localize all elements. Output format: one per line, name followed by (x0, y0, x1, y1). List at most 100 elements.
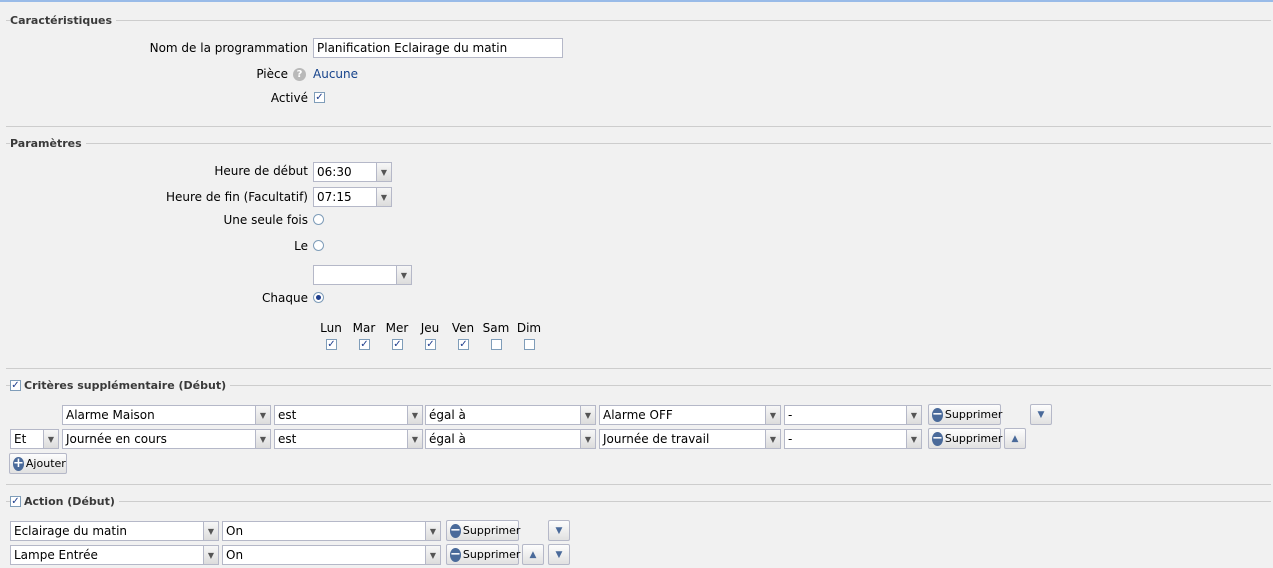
critere-2-delete-button[interactable]: − Supprimer (928, 428, 1003, 449)
day-checkbox[interactable]: ✓ (425, 339, 436, 350)
critere-2-op[interactable]: égal à (425, 429, 580, 449)
day-checkbox[interactable]: ✓ (392, 339, 403, 350)
action-checkbox[interactable]: ✓ (10, 496, 21, 507)
action-2-command[interactable]: On (222, 545, 425, 565)
le-date-input[interactable] (313, 265, 396, 285)
arrow-down-icon: ▼ (555, 549, 563, 560)
critere-1-op-combo[interactable]: égal à ▼ (425, 405, 596, 425)
chevron-down-icon: ▼ (47, 434, 55, 444)
critere-1-value[interactable]: Alarme OFF (599, 405, 765, 425)
critere-1-op[interactable]: égal à (425, 405, 580, 425)
critere-1-value-combo[interactable]: Alarme OFF ▼ (599, 405, 781, 425)
day-checkbox[interactable] (524, 339, 535, 350)
critere-1-extra[interactable]: - (784, 405, 906, 425)
critere-1-verb[interactable]: est (274, 405, 407, 425)
action-2-move-up-button[interactable]: ▲ (522, 544, 544, 565)
heure-debut-input[interactable]: 06:30 (313, 162, 376, 182)
minus-circle-icon: − (450, 546, 461, 562)
day-label: Ven (451, 321, 475, 335)
critere-2-value-combo[interactable]: Journée de travail ▼ (599, 429, 781, 449)
legend-text: Caractéristiques (10, 14, 113, 27)
heure-fin-combo[interactable]: 07:15 ▼ (313, 187, 392, 207)
critere-2-value-trigger[interactable]: ▼ (765, 429, 781, 449)
actif-checkbox[interactable]: ✓ (314, 92, 325, 103)
nom-label: Nom de la programmation (149, 41, 308, 55)
heure-debut-trigger[interactable]: ▼ (376, 162, 392, 182)
action-2-command-combo[interactable]: On ▼ (222, 545, 441, 565)
critere-2-connector[interactable]: Et (10, 429, 43, 449)
action-2-device-trigger[interactable]: ▼ (203, 545, 219, 565)
heure-debut-label: Heure de début (214, 164, 308, 178)
critere-2-op-trigger[interactable]: ▼ (580, 429, 596, 449)
le-date-trigger[interactable]: ▼ (396, 265, 412, 285)
day-checkbox[interactable]: ✓ (326, 339, 337, 350)
action-1-device-combo[interactable]: Eclairage du matin ▼ (10, 521, 219, 541)
critere-1-extra-combo[interactable]: - ▼ (784, 405, 922, 425)
critere-2-extra-trigger[interactable]: ▼ (906, 429, 922, 449)
criteres-checkbox[interactable]: ✓ (10, 380, 21, 391)
critere-2-extra[interactable]: - (784, 429, 906, 449)
critere-2-field[interactable]: Journée en cours (62, 429, 255, 449)
help-icon[interactable]: ? (293, 68, 306, 81)
legend-text: Critères supplémentaire (Début) (24, 379, 227, 392)
check-icon: ✓ (459, 339, 468, 350)
button-label: Supprimer (944, 432, 1003, 445)
heure-fin-trigger[interactable]: ▼ (376, 187, 392, 207)
heure-fin-input[interactable]: 07:15 (313, 187, 376, 207)
critere-2-connector-trigger[interactable]: ▼ (43, 429, 59, 449)
action-1-delete-button[interactable]: − Supprimer (446, 520, 521, 541)
le-radio[interactable] (313, 240, 324, 251)
action-1-command-trigger[interactable]: ▼ (425, 521, 441, 541)
action-2-delete-button[interactable]: − Supprimer (446, 544, 520, 565)
action-2-command-trigger[interactable]: ▼ (425, 545, 441, 565)
critere-2-verb-combo[interactable]: est ▼ (274, 429, 423, 449)
action-1-device-trigger[interactable]: ▼ (203, 521, 219, 541)
action-1-device[interactable]: Eclairage du matin (10, 521, 203, 541)
critere-1-field-trigger[interactable]: ▼ (255, 405, 271, 425)
add-critere-button[interactable]: + Ajouter (9, 453, 67, 474)
heure-fin-label: Heure de fin (Facultatif) (165, 190, 308, 204)
critere-1-op-trigger[interactable]: ▼ (580, 405, 596, 425)
action-2-device-combo[interactable]: Lampe Entrée ▼ (10, 545, 219, 565)
minus-circle-icon: − (932, 406, 943, 422)
critere-1-move-down-button[interactable]: ▼ (1030, 404, 1052, 425)
action-1-move-down-button[interactable]: ▼ (548, 520, 570, 541)
heure-debut-combo[interactable]: 06:30 ▼ (313, 162, 392, 182)
critere-1-value-trigger[interactable]: ▼ (765, 405, 781, 425)
day-checkbox[interactable] (491, 339, 502, 350)
plus-circle-icon: + (13, 455, 24, 471)
le-date-combo[interactable]: ▼ (313, 265, 412, 285)
critere-2-field-trigger[interactable]: ▼ (255, 429, 271, 449)
fieldset-caracteristiques-line (6, 20, 1271, 21)
critere-2-verb[interactable]: est (274, 429, 407, 449)
critere-2-move-up-button[interactable]: ▲ (1004, 428, 1026, 449)
critere-2-field-combo[interactable]: Journée en cours ▼ (62, 429, 271, 449)
chaque-radio[interactable] (313, 292, 324, 303)
button-label: Supprimer (462, 524, 521, 537)
day-label: Sam (482, 321, 510, 335)
chevron-down-icon: ▼ (207, 550, 215, 560)
critere-2-connector-combo[interactable]: Et ▼ (10, 429, 59, 449)
nom-input[interactable]: Planification Eclairage du matin (313, 38, 563, 58)
action-2-move-down-button[interactable]: ▼ (548, 544, 570, 565)
action-1-command[interactable]: On (222, 521, 425, 541)
action-2-device[interactable]: Lampe Entrée (10, 545, 203, 565)
critere-1-field-combo[interactable]: Alarme Maison ▼ (62, 405, 271, 425)
critere-2-value[interactable]: Journée de travail (599, 429, 765, 449)
critere-2-op-combo[interactable]: égal à ▼ (425, 429, 596, 449)
critere-2-verb-trigger[interactable]: ▼ (407, 429, 423, 449)
une-seule-fois-radio[interactable] (313, 214, 324, 225)
critere-2-extra-combo[interactable]: - ▼ (784, 429, 922, 449)
chevron-down-icon: ▼ (769, 410, 777, 420)
day-checkbox[interactable]: ✓ (359, 339, 370, 350)
fieldset-criteres-legend: ✓ Critères supplémentaire (Début) (10, 379, 231, 392)
chevron-down-icon: ▼ (769, 434, 777, 444)
critere-1-extra-trigger[interactable]: ▼ (906, 405, 922, 425)
piece-link[interactable]: Aucune (313, 67, 358, 81)
critere-1-verb-combo[interactable]: est ▼ (274, 405, 423, 425)
critere-1-field[interactable]: Alarme Maison (62, 405, 255, 425)
critere-1-verb-trigger[interactable]: ▼ (407, 405, 423, 425)
day-checkbox[interactable]: ✓ (458, 339, 469, 350)
action-1-command-combo[interactable]: On ▼ (222, 521, 441, 541)
critere-1-delete-button[interactable]: − Supprimer (928, 404, 1002, 425)
